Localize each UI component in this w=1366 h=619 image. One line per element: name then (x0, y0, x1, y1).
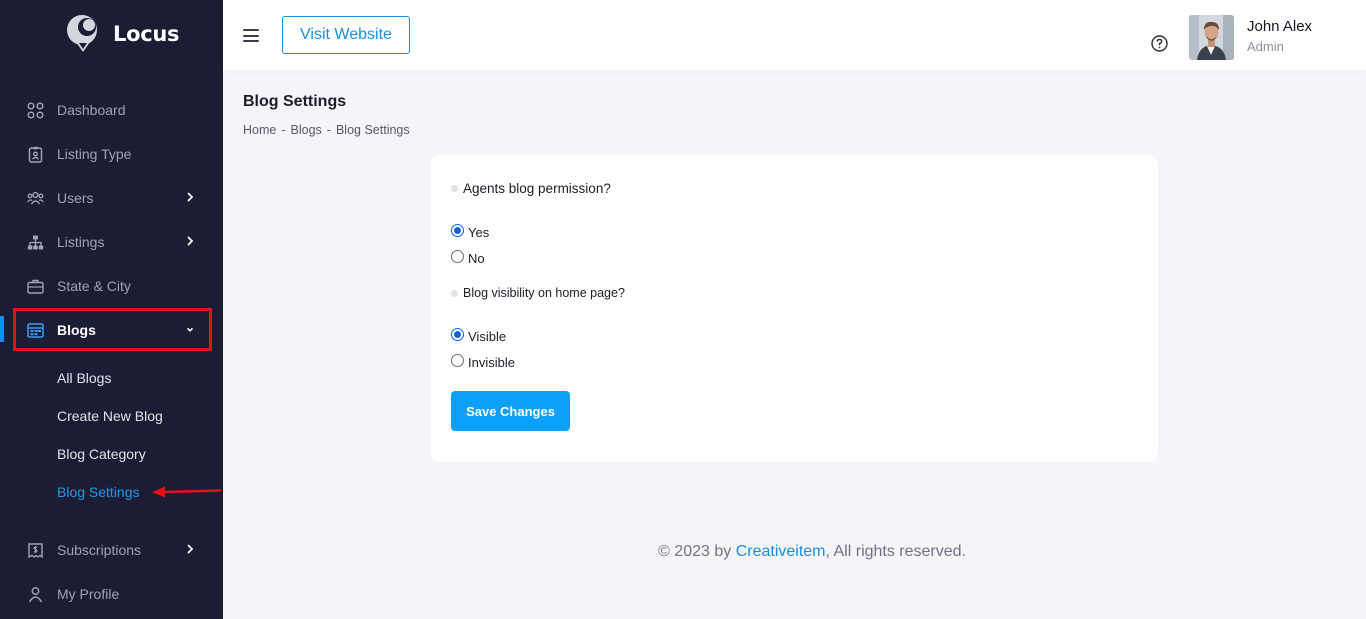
radio-label: Yes (468, 225, 490, 240)
radio-label: Invisible (468, 355, 515, 370)
sidebar-item-dashboard[interactable]: Dashboard (0, 94, 223, 126)
blog-visibility-question: Blog visibility on home page? (451, 286, 625, 300)
radio-permission-no[interactable]: No (451, 250, 485, 266)
clipboard-icon (28, 146, 43, 163)
agents-permission-question: Agents blog permission? (451, 181, 611, 196)
sidebar-subitem-blog-settings[interactable]: Blog Settings (57, 484, 140, 500)
locus-logo-icon (66, 14, 102, 54)
annotation-highlight-box (13, 308, 212, 351)
footer-prefix: © 2023 by (658, 543, 736, 560)
user-icon (28, 587, 43, 603)
sitemap-icon (27, 235, 44, 250)
receipt-icon (28, 543, 43, 559)
sidebar-item-label: Listing Type (57, 146, 132, 162)
sidebar-item-listing-type[interactable]: Listing Type (0, 138, 223, 170)
breadcrumb-home[interactable]: Home (243, 123, 276, 137)
page-title: Blog Settings (243, 93, 347, 110)
hamburger-menu-icon[interactable] (243, 29, 259, 42)
breadcrumb-current: Blog Settings (335, 123, 410, 137)
chevron-right-icon (187, 544, 194, 554)
radio-label: Visible (468, 329, 507, 344)
briefcase-icon (27, 279, 44, 294)
blog-settings-card: Agents blog permission? Yes No Blog visi… (431, 155, 1158, 462)
radio-visibility-invisible[interactable]: Invisible (451, 354, 515, 370)
chevron-right-icon (187, 192, 194, 202)
avatar[interactable] (1189, 15, 1234, 60)
sidebar-item-label: State & City (57, 278, 131, 294)
radio-button[interactable] (451, 354, 464, 367)
radio-button[interactable] (451, 328, 464, 341)
users-icon (27, 191, 44, 205)
bullet-icon (451, 289, 458, 297)
sidebar: Locus Dashboard Listing Type Users Listi… (0, 0, 223, 619)
radio-label: No (468, 251, 485, 266)
visit-website-button[interactable]: Visit Website (282, 16, 410, 54)
footer-suffix: , All rights reserved. (825, 543, 967, 560)
sidebar-item-listings[interactable]: Listings (0, 226, 223, 258)
brand-logo[interactable]: Locus (66, 14, 180, 54)
footer-link[interactable]: Creativeitem (736, 543, 826, 560)
sidebar-subitem-blog-category[interactable]: Blog Category (57, 446, 146, 462)
radio-button[interactable] (451, 224, 464, 237)
question-label: Blog visibility on home page? (463, 286, 625, 300)
question-label: Agents blog permission? (463, 181, 611, 196)
radio-visibility-visible[interactable]: Visible (451, 328, 507, 344)
footer: © 2023 by Creativeitem, All rights reser… (223, 543, 966, 561)
annotation-arrow (152, 486, 222, 498)
top-bar: Visit Website John Alex Admin (223, 0, 1366, 70)
sidebar-item-label: Subscriptions (57, 542, 142, 558)
sidebar-item-label: My Profile (57, 586, 120, 602)
sidebar-subitem-all-blogs[interactable]: All Blogs (57, 370, 111, 386)
sidebar-item-state-city[interactable]: State & City (0, 270, 223, 302)
sidebar-item-my-profile[interactable]: My Profile (0, 578, 223, 610)
sidebar-item-label: Listings (57, 234, 105, 250)
sidebar-subitem-create-new-blog[interactable]: Create New Blog (57, 408, 163, 424)
chevron-right-icon (187, 236, 194, 246)
grid-icon (27, 102, 44, 119)
radio-button[interactable] (451, 250, 464, 263)
sidebar-item-subscriptions[interactable]: Subscriptions (0, 534, 223, 566)
save-changes-button[interactable]: Save Changes (451, 391, 570, 431)
bullet-icon (451, 185, 458, 192)
breadcrumb: Home - Blogs - Blog Settings (243, 123, 410, 137)
breadcrumb-blogs[interactable]: Blogs (291, 123, 322, 137)
sidebar-item-label: Dashboard (57, 102, 126, 118)
user-name[interactable]: John Alex (1247, 18, 1312, 35)
help-icon[interactable] (1151, 35, 1168, 52)
brand-name: Locus (113, 22, 180, 46)
radio-permission-yes[interactable]: Yes (451, 224, 490, 240)
sidebar-item-label: Users (57, 190, 94, 206)
sidebar-item-users[interactable]: Users (0, 182, 223, 214)
user-role: Admin (1247, 39, 1284, 54)
